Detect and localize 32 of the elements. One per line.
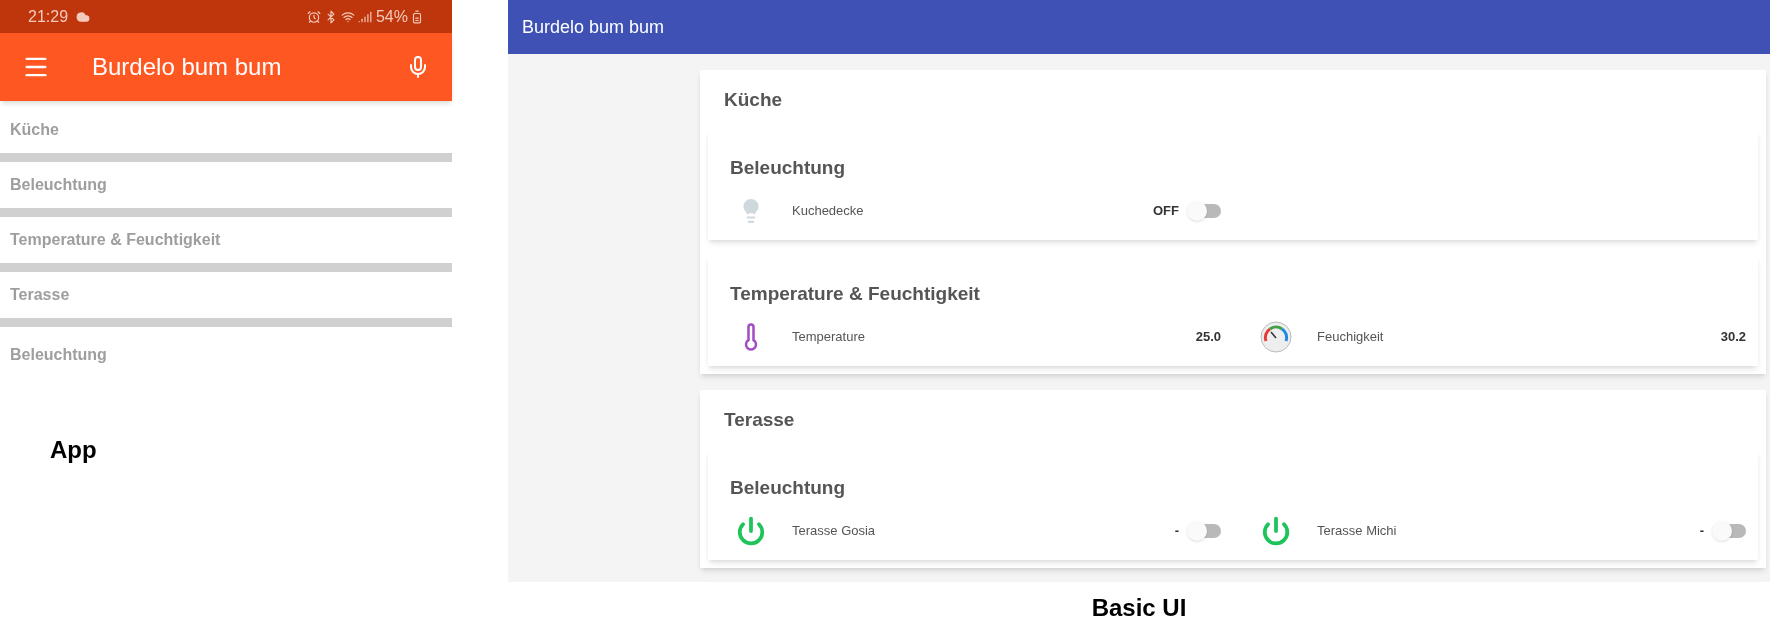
battery-percent: 54% bbox=[375, 6, 408, 27]
item-label: Kuchedecke bbox=[792, 202, 865, 221]
item-value: - bbox=[1174, 522, 1179, 541]
signal-icon bbox=[357, 9, 372, 24]
toggle-switch[interactable] bbox=[1714, 524, 1746, 538]
wifi-icon bbox=[340, 9, 355, 24]
card-title: Beleuchtung bbox=[729, 155, 847, 180]
item-value: 30.2 bbox=[1720, 328, 1746, 347]
app-title: Burdelo bum bum bbox=[92, 52, 283, 82]
toggle-switch[interactable] bbox=[1189, 524, 1221, 538]
header-title: Burdelo bum bum bbox=[522, 15, 665, 39]
item-label: Terasse Gosia bbox=[792, 522, 877, 541]
power-icon bbox=[1261, 516, 1291, 546]
item-label: Feuchigkeit bbox=[1317, 328, 1385, 347]
status-time: 21:29 bbox=[28, 6, 69, 27]
card-title: Beleuchtung bbox=[729, 475, 847, 500]
cloud-icon bbox=[76, 9, 91, 24]
battery-icon bbox=[410, 9, 424, 24]
card-title: Temperature & Feuchtigkeit bbox=[729, 281, 981, 306]
section-title: Küche bbox=[723, 87, 784, 112]
power-icon bbox=[736, 516, 766, 546]
toggle-switch[interactable] bbox=[1189, 204, 1221, 218]
item-label: Temperature bbox=[792, 328, 866, 347]
item-label: Terasse Michi bbox=[1317, 522, 1398, 541]
section-title: Terasse bbox=[723, 407, 796, 432]
caption: Basic UI bbox=[1091, 593, 1187, 623]
item-value: OFF bbox=[1153, 202, 1179, 221]
alarm-icon bbox=[306, 9, 321, 24]
caption: App bbox=[50, 435, 98, 465]
item-value: - bbox=[1699, 522, 1704, 541]
item-value: 25.0 bbox=[1195, 328, 1221, 347]
gauge-icon bbox=[1260, 321, 1292, 353]
